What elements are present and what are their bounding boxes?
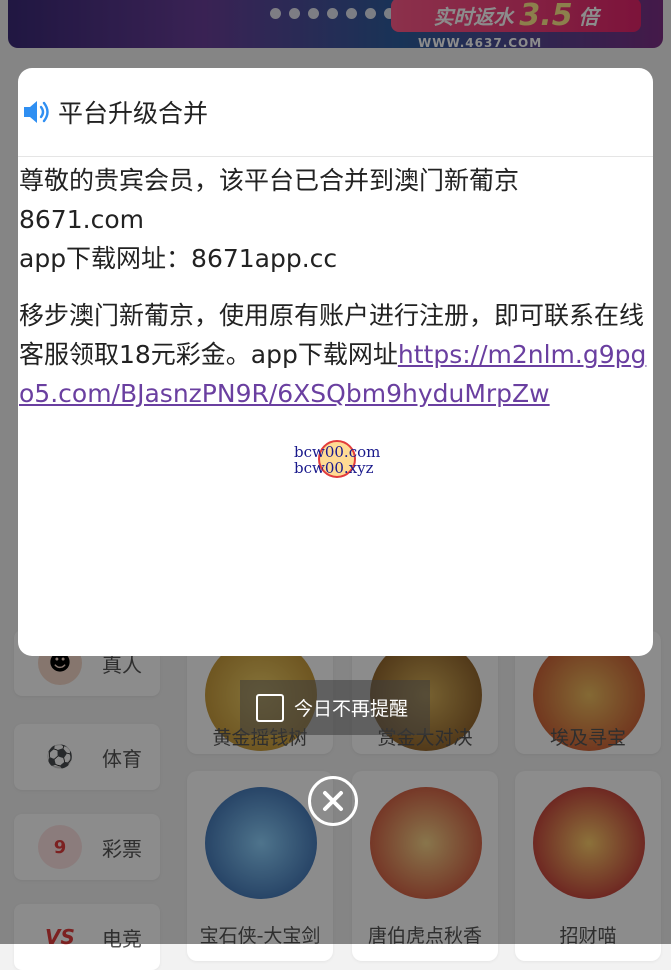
modal-title: 平台升级合并 [58, 99, 209, 128]
modal-body: 尊敬的贵宾会员，该平台已合并到澳门新葡京 8671.com app下载网址：86… [18, 157, 653, 413]
speaker-icon [24, 101, 49, 123]
close-icon [323, 791, 343, 811]
notice-line: 尊敬的贵宾会员，该平台已合并到澳门新葡京 [19, 166, 520, 195]
notice-paragraph: 移步澳门新葡京，使用原有账户进行注册，即可联系在线客服领取18元彩金。app下载… [19, 296, 653, 413]
notice-app-url: app下载网址：8671app.cc [19, 244, 338, 273]
close-button[interactable] [308, 776, 358, 826]
dont-show-today-toggle[interactable]: 今日不再提醒 [240, 680, 430, 735]
announcement-modal: 平台升级合并 尊敬的贵宾会员，该平台已合并到澳门新葡京 8671.com app… [18, 68, 653, 656]
notice-domain: 8671.com [19, 205, 144, 234]
modal-header: 平台升级合并 [18, 68, 653, 157]
watermark-line: bcw00.com [294, 443, 381, 461]
watermark-line: bcw00.xyz [294, 459, 374, 477]
dont-show-today-checkbox[interactable] [256, 693, 284, 722]
dont-show-today-label: 今日不再提醒 [294, 698, 409, 720]
watermark: bcw00.com bcw00.xyz [294, 444, 380, 476]
